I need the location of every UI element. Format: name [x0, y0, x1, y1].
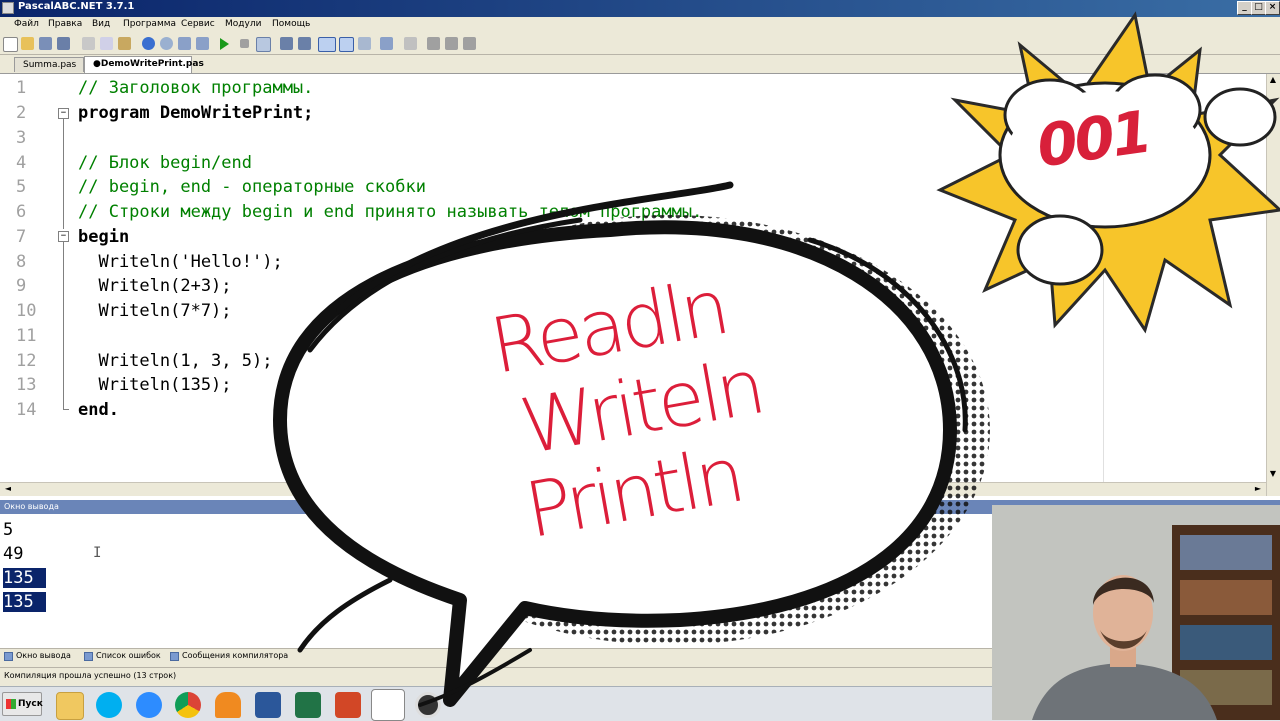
line-number: 11 — [16, 326, 37, 346]
menu-help[interactable]: Помощь — [272, 19, 310, 29]
code-line: Writeln(2+3); — [78, 276, 232, 296]
debug-icon[interactable] — [380, 37, 393, 50]
code-line: // Блок begin/end — [78, 153, 252, 173]
tab-errors[interactable]: Список ошибок — [84, 651, 161, 661]
toggle-output-icon[interactable] — [318, 37, 336, 52]
layout-icon[interactable] — [463, 37, 476, 50]
fold-guide — [63, 119, 64, 229]
line-number: 6 — [16, 202, 27, 222]
run-icon[interactable] — [220, 38, 229, 50]
bubble-stroke — [297, 577, 393, 653]
menu-file[interactable]: Файл — [14, 19, 39, 29]
book-row — [1180, 625, 1272, 660]
code-line: // Заголовок программы. — [78, 78, 314, 98]
butterfly-icon[interactable] — [215, 692, 241, 718]
line-number: 5 — [16, 177, 27, 197]
fold-toggle[interactable]: − — [58, 231, 69, 242]
chrome-icon[interactable] — [175, 692, 201, 718]
line-number: 1 — [16, 78, 27, 98]
windows-flag-icon — [6, 699, 16, 709]
line-number: 8 — [16, 252, 27, 272]
book-row — [1180, 535, 1272, 570]
tab-demowriteprint[interactable]: ●DemoWritePrint.pas — [84, 56, 204, 73]
output-line-selected: 135 — [3, 568, 46, 588]
step-into-icon[interactable] — [298, 37, 311, 50]
step-over-icon[interactable] — [280, 37, 293, 50]
options-icon[interactable] — [404, 37, 417, 50]
line-number: 12 — [16, 351, 37, 371]
split-icon[interactable] — [445, 37, 458, 50]
window-icon[interactable] — [427, 37, 440, 50]
copy-icon[interactable] — [100, 37, 113, 50]
presenter-video — [992, 505, 1280, 720]
stop-icon[interactable] — [240, 39, 249, 48]
output-title: Окно вывода — [4, 502, 59, 511]
menu-program[interactable]: Программа — [123, 19, 176, 29]
compile-icon[interactable] — [256, 37, 271, 52]
code-line: Writeln(7*7); — [78, 301, 232, 321]
scroll-down-icon[interactable]: ▼ — [1267, 468, 1279, 480]
tab-errors-label: Список ошибок — [96, 651, 161, 660]
line-number: 9 — [16, 276, 27, 296]
start-label: Пуск — [18, 699, 43, 709]
code-line: Writeln(135); — [78, 375, 232, 395]
line-number: 3 — [16, 128, 27, 148]
open-folder-icon[interactable] — [21, 37, 34, 50]
menu-service[interactable]: Сервис — [181, 19, 215, 29]
line-gutter: 1 2 3 4 5 6 7 8 9 10 11 12 13 14 — [0, 74, 56, 482]
form-designer-icon[interactable] — [358, 37, 371, 50]
code-line: Writeln(1, 3, 5); — [78, 351, 273, 371]
code-line: program DemoWritePrint; — [78, 103, 314, 123]
tab-output[interactable]: Окно вывода — [4, 651, 71, 661]
undo-icon[interactable] — [142, 37, 155, 50]
line-number: 14 — [16, 400, 37, 420]
menu-edit[interactable]: Правка — [48, 19, 82, 29]
output-line: 5 — [3, 520, 14, 540]
line-number: 4 — [16, 153, 27, 173]
zoom-icon[interactable] — [136, 692, 162, 718]
scroll-right-icon[interactable]: ► — [1252, 483, 1264, 495]
cloud-puff — [1203, 87, 1277, 147]
code-line: end. — [78, 400, 119, 420]
compiler-tab-icon — [170, 652, 179, 661]
fold-guide — [63, 409, 69, 410]
tab-output-label: Окно вывода — [16, 651, 71, 660]
cloud-puff — [1016, 214, 1104, 286]
skype-icon[interactable] — [96, 692, 122, 718]
output-line-selected: 135 — [3, 592, 46, 612]
fold-toggle[interactable]: − — [58, 108, 69, 119]
indent-icon[interactable] — [178, 37, 191, 50]
line-number: 7 — [16, 227, 27, 247]
save-all-icon[interactable] — [57, 37, 70, 50]
new-file-icon[interactable] — [3, 37, 18, 52]
menu-view[interactable]: Вид — [92, 19, 110, 29]
code-line: begin — [78, 227, 130, 247]
save-icon[interactable] — [39, 37, 52, 50]
window-title: PascalABC.NET 3.7.1 — [18, 1, 135, 12]
output-line: 49 — [3, 544, 24, 564]
book-row — [1180, 580, 1272, 615]
paste-icon[interactable] — [118, 37, 131, 50]
status-text: Компиляция прошла успешно (13 строк) — [4, 671, 177, 680]
scroll-left-icon[interactable]: ◄ — [2, 483, 14, 495]
webcam-overlay — [992, 505, 1280, 720]
toggle-errors-icon[interactable] — [339, 37, 354, 52]
tab-summa[interactable]: Summa.pas — [14, 57, 84, 72]
text-cursor-icon: I — [93, 545, 102, 561]
line-number: 2 — [16, 103, 27, 123]
line-number: 10 — [16, 301, 37, 321]
errors-tab-icon — [84, 652, 93, 661]
line-number: 13 — [16, 375, 37, 395]
redo-icon[interactable] — [160, 37, 173, 50]
cut-icon[interactable] — [82, 37, 95, 50]
fold-guide — [63, 242, 64, 410]
outdent-icon[interactable] — [196, 37, 209, 50]
explorer-icon[interactable] — [56, 692, 84, 720]
output-tab-icon — [4, 652, 13, 661]
menu-modules[interactable]: Модули — [225, 19, 261, 29]
app-icon — [2, 2, 14, 14]
start-button[interactable]: Пуск — [2, 692, 43, 716]
